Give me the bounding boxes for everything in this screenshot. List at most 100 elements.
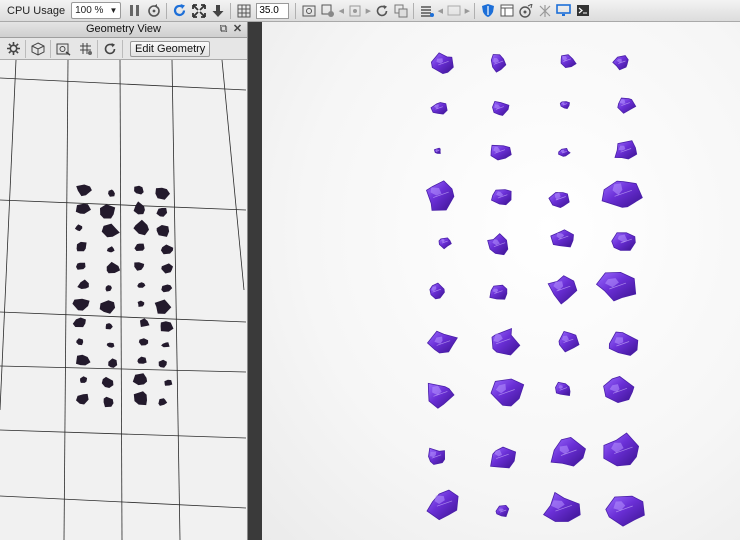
close-icon[interactable]: ✕ (231, 23, 244, 36)
arrow-left-icon[interactable]: ◀ (337, 7, 345, 15)
grid-line (0, 77, 246, 91)
layers-icon[interactable] (417, 1, 436, 20)
gem-silhouette (76, 354, 91, 366)
amethyst-gem (426, 180, 455, 211)
arrow-left-icon[interactable]: ◀ (436, 7, 444, 15)
gem-silhouette (140, 318, 150, 327)
render-viewport[interactable] (262, 22, 740, 540)
gem-silhouette (137, 356, 147, 364)
cpu-usage-label: CPU Usage (7, 4, 66, 17)
amethyst-render (426, 52, 645, 527)
grid-view-icon[interactable] (74, 39, 96, 58)
gear-icon[interactable] (2, 39, 24, 58)
gem-silhouette (77, 279, 89, 289)
arrow-right-icon[interactable]: ▶ (364, 7, 372, 15)
toolbar-divider (230, 2, 232, 19)
main-toolbar: CPU Usage 100 % ▼ ◀ ▶ ◀ (0, 0, 740, 22)
pause-icon[interactable] (125, 1, 144, 20)
sync-icon[interactable] (144, 1, 163, 20)
grid-line (171, 60, 181, 540)
gem-silhouette (160, 321, 174, 332)
cycle-icon[interactable] (372, 1, 391, 20)
amethyst-gem (490, 446, 517, 469)
amethyst-gem (605, 495, 645, 527)
gem-silhouette (158, 359, 167, 368)
gem-silhouette (156, 208, 168, 217)
gem-silhouette (161, 284, 173, 293)
shield-icon[interactable] (478, 1, 497, 20)
expand-icon[interactable] (189, 1, 208, 20)
panel-splitter[interactable] (248, 22, 262, 540)
frame-input[interactable] (256, 2, 290, 19)
grid-line (63, 60, 69, 540)
gem-silhouette (76, 338, 84, 346)
monitor-icon[interactable] (554, 1, 573, 20)
zoom-value: 100 % (75, 5, 104, 16)
copy-view-icon[interactable] (391, 1, 410, 20)
edit-geometry-button[interactable]: Edit Geometry (130, 40, 211, 57)
amethyst-gem (492, 101, 510, 116)
refresh-icon[interactable] (99, 39, 121, 58)
panel-toolbar: Edit Geometry (0, 38, 247, 60)
gem-silhouette (161, 263, 173, 274)
undock-icon[interactable]: ⧉ (217, 23, 230, 36)
gem-silhouette (108, 358, 118, 368)
gem-silhouette (134, 185, 144, 195)
gem-silhouette (103, 396, 114, 408)
amethyst-gem (559, 101, 570, 110)
snapshot-icon[interactable] (52, 39, 74, 58)
grid-line (0, 365, 246, 373)
toolbar-divider (474, 2, 476, 19)
arrow-right-icon[interactable]: ▶ (463, 7, 471, 15)
console-icon[interactable] (573, 1, 592, 20)
grid-line (119, 60, 123, 540)
gem-silhouette (80, 376, 88, 383)
grid-line (0, 429, 246, 439)
toolbar-divider (166, 2, 168, 19)
camera-icon[interactable] (345, 1, 364, 20)
amethyst-gem (558, 331, 580, 353)
amethyst-gem (617, 97, 637, 114)
gem-silhouette (72, 298, 90, 311)
amethyst-gem (490, 378, 525, 407)
gem-silhouettes (72, 184, 174, 408)
render-icon[interactable] (516, 1, 535, 20)
grid-line (0, 60, 17, 411)
gem-silhouette (137, 282, 146, 288)
geometry-viewport[interactable] (0, 60, 246, 540)
amethyst-gem (490, 54, 507, 73)
toolbar-divider (97, 39, 98, 58)
network-icon[interactable] (535, 1, 554, 20)
amethyst-gem (550, 436, 586, 467)
grid-icon[interactable] (234, 1, 253, 20)
refresh-icon[interactable] (170, 1, 189, 20)
gem-silhouette (76, 241, 87, 252)
toolbar-divider (122, 39, 123, 58)
grid-line (0, 199, 246, 211)
screenshot-icon[interactable] (299, 1, 318, 20)
gem-silhouette (108, 189, 115, 197)
toolbar-divider (295, 2, 297, 19)
gem-silhouette (76, 184, 92, 197)
amethyst-gem (491, 327, 521, 356)
capture-settings-icon[interactable] (318, 1, 337, 20)
gem-silhouette (160, 244, 174, 255)
gem-silhouette (155, 187, 170, 200)
amethyst-gem (490, 144, 512, 161)
gem-silhouette (137, 300, 145, 307)
panel-title-bar: Geometry View ⧉ ✕ (0, 22, 247, 38)
gem-silhouette (164, 379, 173, 386)
zoom-select[interactable]: 100 % ▼ (71, 2, 122, 19)
amethyst-gem (601, 180, 643, 208)
layer-copy-icon[interactable] (444, 1, 463, 20)
download-icon[interactable] (208, 1, 227, 20)
gem-silhouette (106, 261, 121, 274)
gem-silhouette (76, 262, 86, 270)
panel-icon[interactable] (497, 1, 516, 20)
gem-silhouette (99, 300, 116, 314)
gem-silhouette (134, 262, 145, 271)
gem-silhouette (132, 373, 148, 386)
cube-icon[interactable] (27, 39, 49, 58)
amethyst-gem (543, 491, 581, 522)
perspective-grid (0, 60, 246, 540)
